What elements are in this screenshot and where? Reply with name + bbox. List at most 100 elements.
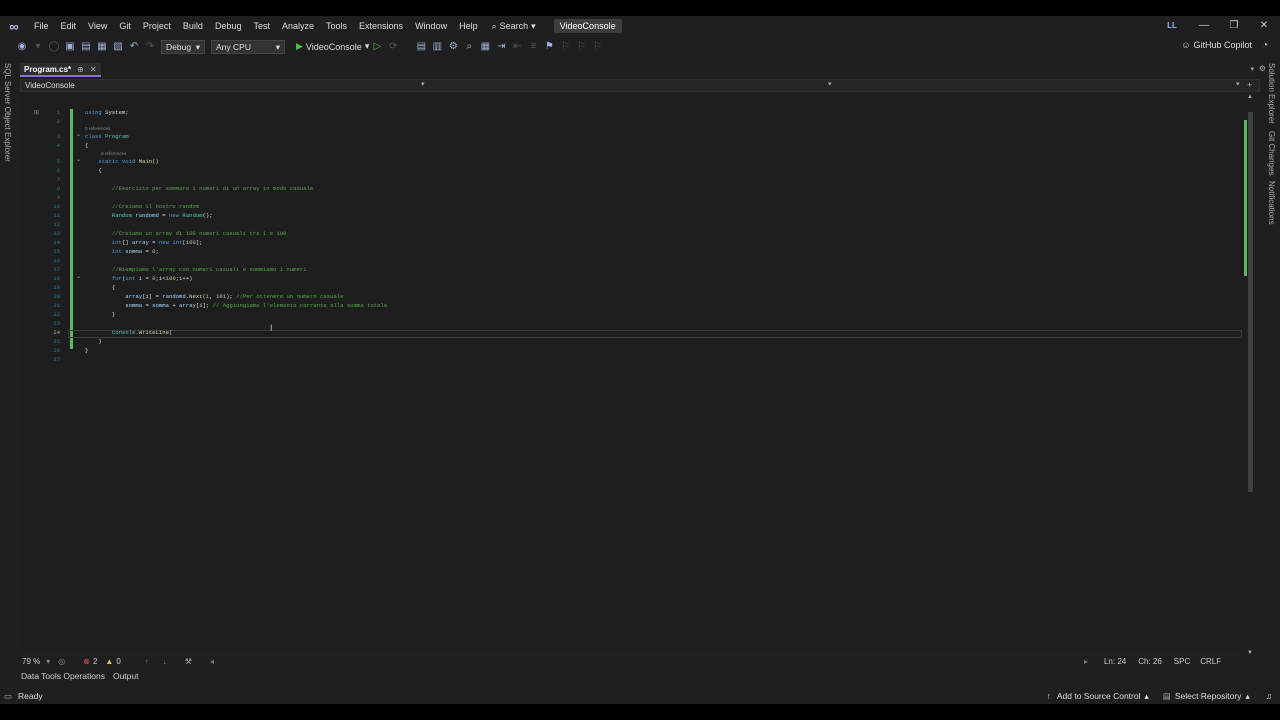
pin-icon[interactable]: ⊕ [77, 65, 84, 74]
line-ending-mode[interactable]: CRLF [1200, 657, 1221, 666]
menu-edit[interactable]: Edit [55, 16, 83, 36]
menu-window[interactable]: Window [409, 16, 453, 36]
menu-test[interactable]: Test [247, 16, 276, 36]
code-line[interactable]: } [85, 311, 115, 318]
code-line[interactable]: //Esercizio per sommare i numeri di un a… [85, 185, 313, 192]
restore-icon[interactable]: ❐ [1219, 16, 1249, 36]
back-icon[interactable]: ◉ [16, 40, 28, 54]
menu-build[interactable]: Build [177, 16, 209, 36]
code-line[interactable]: for(int i = 0;i<100;i++) [85, 275, 193, 282]
scroll-up-icon[interactable]: ▲ [1247, 94, 1253, 100]
save-all-icon[interactable]: ▧ [112, 40, 124, 54]
notifications-bell-icon[interactable]: ♫ [1266, 691, 1272, 701]
configuration-dropdown[interactable]: Debug ▾ [161, 39, 205, 54]
chevron-down-icon[interactable]: ▾ [421, 80, 425, 88]
whitespace-mode[interactable]: SPC [1174, 657, 1190, 666]
avatar[interactable]: LL [1165, 19, 1179, 33]
code-line[interactable]: array[i] = randomd.Next(1, 101); //Per o… [85, 293, 343, 300]
menu-analyze[interactable]: Analyze [276, 16, 320, 36]
undo-icon[interactable]: ↶ [128, 40, 140, 54]
hot-reload-icon[interactable]: ⟳ [387, 40, 399, 54]
chevron-up-icon[interactable]: ▴ [1145, 691, 1149, 702]
code-line[interactable]: int somma = 0; [85, 248, 159, 255]
redo-icon[interactable]: ↷ [144, 40, 156, 54]
fold-toggle-icon[interactable]: ⌄ [76, 156, 81, 163]
menu-git[interactable]: Git [113, 16, 137, 36]
solution-explorer-tab[interactable]: Solution Explorer [1267, 63, 1276, 124]
error-icon[interactable]: ⊗ [83, 657, 90, 666]
tab-data-tools-operations[interactable]: Data Tools Operations [21, 671, 105, 683]
select-repository-button[interactable]: Select Repository [1175, 691, 1242, 701]
layout-icon[interactable]: ▥ [431, 40, 443, 54]
visual-studio-logo-icon[interactable]: ∞ [0, 16, 28, 36]
chevron-down-icon[interactable]: ▾ [828, 80, 832, 88]
split-window-icon[interactable]: + [1247, 80, 1252, 90]
scroll-right-icon[interactable]: ▸ [1084, 657, 1088, 666]
search-box[interactable]: ⌕ Search ▾ [484, 21, 544, 32]
error-count[interactable]: 2 [93, 657, 97, 666]
code-line[interactable]: class Program [85, 133, 129, 140]
vertical-scrollbar[interactable]: ▲ ▼ [1244, 94, 1258, 662]
code-line[interactable]: somma = somma + array[i]; // Aggiungiamo… [85, 302, 387, 309]
settings-gear-icon[interactable]: ⚙ [1259, 64, 1266, 73]
next-issue-icon[interactable]: ↓ [163, 657, 167, 666]
cursor-column[interactable]: Ch: 26 [1138, 657, 1162, 666]
code-line[interactable]: //Riempiamo l'array con numeri casuali e… [85, 266, 307, 273]
menu-debug[interactable]: Debug [209, 16, 248, 36]
menu-file[interactable]: File [28, 16, 55, 36]
code-line[interactable]: } [85, 347, 88, 354]
menu-help[interactable]: Help [453, 16, 484, 36]
indent-icon[interactable]: ⇥ [495, 40, 507, 54]
fold-toggle-icon[interactable]: ⌄ [76, 131, 81, 138]
git-changes-tab[interactable]: Git Changes [1267, 131, 1276, 175]
code-editor[interactable]: 1 2 3 4 5 6 7 8 9 10 11 12 13 14 15 16 17 18 19 20 21 22 23 24 2… [20, 92, 1246, 652]
scroll-left-icon[interactable]: ◂ [210, 657, 214, 666]
menu-view[interactable]: View [82, 16, 113, 36]
code-line[interactable]: Random randomd = new Random(); [85, 212, 213, 219]
chevron-down-icon[interactable]: ▾ [46, 657, 50, 666]
platform-dropdown[interactable]: Any CPU ▾ [211, 39, 285, 54]
code-cleanup-icon[interactable]: ⚒ [185, 657, 192, 666]
start-without-debugging-icon[interactable]: ▷ [371, 40, 383, 54]
tab-output[interactable]: Output [113, 671, 139, 683]
bookmark-prev-icon[interactable]: ⚐ [559, 40, 571, 54]
code-line[interactable]: //Creiamo il nostro random [85, 203, 199, 210]
code-line[interactable]: { [85, 284, 115, 291]
code-line[interactable]: } [85, 338, 101, 345]
quick-actions-icon[interactable]: ⊞ [34, 109, 39, 116]
chevron-down-icon[interactable]: ▾ [1236, 80, 1240, 88]
code-lens-references[interactable]: 0 references [101, 151, 127, 156]
code-lens-references[interactable]: 0 references [85, 126, 111, 131]
solution-title-badge[interactable]: VideoConsole [553, 19, 622, 33]
tab-program-cs[interactable]: Program.cs* ⊕ ✕ [20, 63, 101, 77]
code-line[interactable]: static void Main() [85, 158, 158, 165]
previous-issue-icon[interactable]: ↑ [145, 657, 149, 666]
sql-server-object-explorer-tab[interactable]: SQL Server Object Explorer [3, 63, 12, 162]
comment-icon[interactable]: ≡ [527, 40, 539, 54]
code-line[interactable]: { [85, 142, 88, 149]
add-to-source-control-button[interactable]: Add to Source Control [1057, 691, 1141, 701]
tab-list-dropdown-icon[interactable]: ▾ [1250, 65, 1254, 73]
bookmark-next-icon[interactable]: ⚐ [575, 40, 587, 54]
scrollbar-thumb[interactable] [1248, 112, 1253, 492]
code-line[interactable]: Console.WriteLine( [85, 329, 172, 336]
code-line[interactable]: { [85, 167, 101, 174]
user-profile-icon[interactable]: ◔ [1262, 40, 1268, 51]
start-debugging-button[interactable]: ▶ VideoConsole ▾ [296, 41, 369, 52]
code-line[interactable]: //Creiamo un array di 100 numeri casuali… [85, 230, 287, 237]
health-icon[interactable]: ◎ [58, 657, 65, 666]
minimize-icon[interactable]: — [1189, 16, 1219, 36]
settings-icon[interactable]: ⚙ [447, 40, 459, 54]
warning-count[interactable]: 0 [116, 657, 120, 666]
warning-icon[interactable]: ▲ [105, 657, 113, 666]
outdent-icon[interactable]: ⇤ [511, 40, 523, 54]
close-window-icon[interactable]: ✕ [1249, 16, 1279, 36]
find-icon[interactable]: ⌕ [463, 40, 475, 54]
format-icon[interactable]: ▦ [479, 40, 491, 54]
cursor-line[interactable]: Ln: 24 [1104, 657, 1126, 666]
chevron-up-icon[interactable]: ▴ [1245, 691, 1249, 702]
project-scope-dropdown[interactable]: VideoConsole [25, 80, 75, 92]
menu-project[interactable]: Project [137, 16, 177, 36]
notifications-tab[interactable]: Notifications [1267, 181, 1276, 225]
browse-icon[interactable]: ▤ [415, 40, 427, 54]
